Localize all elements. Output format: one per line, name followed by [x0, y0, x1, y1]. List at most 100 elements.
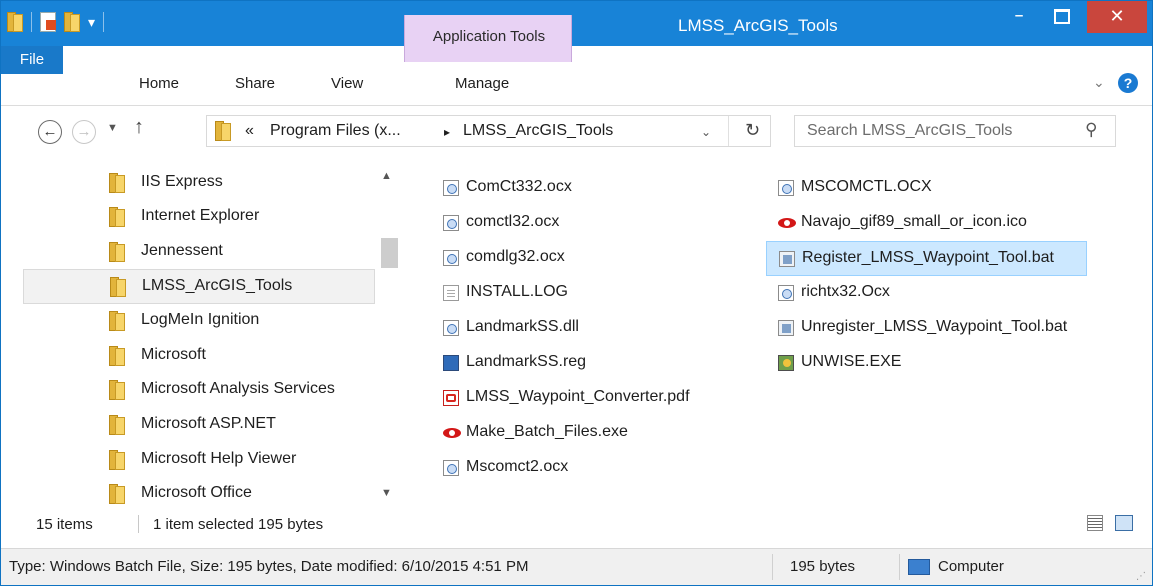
nav-item[interactable]: Microsoft Help Viewer — [23, 443, 375, 478]
folder-icon — [109, 242, 125, 262]
folder-icon — [110, 277, 126, 297]
file-item[interactable]: UNWISE.EXE — [766, 346, 1136, 381]
text-document-icon — [443, 285, 459, 301]
new-folder-icon[interactable] — [64, 12, 80, 32]
file-name: comdlg32.ocx — [466, 248, 565, 265]
nav-item[interactable]: IIS Express — [23, 166, 375, 201]
folder-icon — [109, 450, 125, 470]
file-item[interactable]: Make_Batch_Files.exe — [431, 416, 751, 451]
dll-file-icon — [443, 320, 459, 336]
file-item[interactable]: LandmarkSS.reg — [431, 346, 751, 381]
nav-item[interactable]: LogMeIn Ignition — [23, 304, 375, 339]
file-item[interactable]: MSCOMCTL.OCX — [766, 171, 1136, 206]
ribbon: File Home Share View Manage ⌄ ? — [1, 46, 1152, 106]
maximize-button[interactable] — [1041, 1, 1083, 33]
search-placeholder: Search LMSS_ArcGIS_Tools — [807, 122, 1013, 139]
file-item[interactable]: INSTALL.LOG — [431, 276, 751, 311]
address-dropdown-icon[interactable]: ⌄ — [701, 125, 711, 139]
folder-icon — [109, 380, 125, 400]
file-name: richtx32.Ocx — [801, 283, 890, 300]
folder-icon — [109, 173, 125, 193]
tab-home[interactable]: Home — [139, 75, 179, 92]
breadcrumb-current[interactable]: LMSS_ArcGIS_Tools — [463, 122, 613, 140]
address-bar[interactable]: « Program Files (x... ▸ LMSS_ArcGIS_Tool… — [206, 115, 771, 147]
up-arrow-icon[interactable]: ↑ — [134, 116, 144, 139]
back-button[interactable]: ← — [38, 120, 62, 144]
folder-icon — [215, 121, 231, 141]
tab-manage[interactable]: Manage — [455, 75, 509, 92]
scroll-down-arrow-icon[interactable]: ▼ — [381, 487, 392, 499]
minimize-button[interactable]: – — [999, 1, 1039, 33]
file-name: MSCOMCTL.OCX — [801, 178, 932, 195]
customize-qat-icon[interactable]: ▾ — [88, 14, 95, 31]
refresh-icon[interactable]: ↻ — [745, 120, 760, 141]
file-item[interactable]: Unregister_LMSS_Waypoint_Tool.bat — [766, 311, 1136, 346]
navigation-bar: ← → ▼ ↑ « Program Files (x... ▸ LMSS_Arc… — [1, 106, 1152, 156]
folder-icon — [109, 207, 125, 227]
search-icon[interactable]: ⚲ — [1085, 120, 1097, 140]
file-item[interactable]: LMSS_Waypoint_Converter.pdf — [431, 381, 751, 416]
nav-item-label: Microsoft Office — [141, 484, 252, 501]
breadcrumb-program-files[interactable]: Program Files (x... — [270, 122, 401, 140]
nav-item-selected[interactable]: LMSS_ArcGIS_Tools — [23, 269, 375, 304]
file-item[interactable]: comctl32.ocx — [431, 206, 751, 241]
nav-item[interactable]: Microsoft Analysis Services — [23, 373, 375, 408]
tab-view[interactable]: View — [331, 75, 363, 92]
file-list: ComCt332.ocx comctl32.ocx comdlg32.ocx I… — [431, 161, 1141, 506]
file-item[interactable]: comdlg32.ocx — [431, 241, 751, 276]
nav-item-label: LogMeIn Ignition — [141, 311, 260, 328]
details-view-icon[interactable] — [1087, 515, 1103, 531]
tab-share[interactable]: Share — [235, 75, 275, 92]
help-icon[interactable]: ? — [1118, 73, 1138, 93]
breadcrumb-separator-icon[interactable]: ▸ — [444, 125, 450, 139]
computer-icon — [908, 559, 930, 575]
status-location: Computer — [938, 558, 1004, 575]
file-name: comctl32.ocx — [466, 213, 560, 230]
file-item[interactable]: ComCt332.ocx — [431, 171, 751, 206]
large-icons-view-icon[interactable] — [1115, 515, 1133, 531]
context-tab-label: Application Tools — [432, 28, 546, 45]
explorer-window: ▾ LMSS_ArcGIS_Tools – ✕ File Home Share … — [0, 0, 1153, 586]
activex-file-icon — [778, 180, 794, 196]
navigation-pane: IIS Express Internet Explorer Jennessent… — [1, 161, 398, 506]
nav-item-label: Microsoft Help Viewer — [141, 450, 297, 467]
folder-icon — [109, 346, 125, 366]
search-box[interactable]: Search LMSS_ArcGIS_Tools ⚲ — [794, 115, 1116, 147]
file-item[interactable]: LandmarkSS.dll — [431, 311, 751, 346]
file-item-selected[interactable]: Register_LMSS_Waypoint_Tool.bat — [766, 241, 1087, 276]
file-name: UNWISE.EXE — [801, 353, 902, 370]
activex-file-icon — [443, 250, 459, 266]
tab-file[interactable]: File — [1, 46, 63, 74]
forward-button[interactable]: → — [72, 120, 96, 144]
activex-file-icon — [778, 285, 794, 301]
resize-grip-icon[interactable]: ⋰ — [1136, 571, 1146, 582]
status-size: 195 bytes — [790, 558, 856, 575]
breadcrumb-overflow[interactable]: « — [245, 122, 254, 140]
nav-item-label: Jennessent — [141, 242, 223, 259]
nav-item-label: Microsoft Analysis Services — [141, 380, 335, 397]
expand-ribbon-icon[interactable]: ⌄ — [1093, 74, 1105, 91]
file-name: LandmarkSS.reg — [466, 353, 587, 370]
context-tab-application-tools[interactable]: Application Tools — [404, 15, 572, 62]
close-button[interactable]: ✕ — [1087, 1, 1147, 33]
file-item[interactable]: Navajo_gif89_small_or_icon.ico — [766, 206, 1136, 241]
folder-icon — [109, 484, 125, 504]
nav-item-label: LMSS_ArcGIS_Tools — [142, 277, 293, 294]
scroll-up-arrow-icon[interactable]: ▲ — [381, 170, 392, 182]
nav-item[interactable]: Microsoft ASP.NET — [23, 408, 375, 443]
nav-item[interactable]: Internet Explorer — [23, 200, 375, 235]
scrollbar-thumb[interactable] — [381, 238, 398, 268]
recent-locations-icon[interactable]: ▼ — [107, 122, 118, 134]
file-item[interactable]: Mscomct2.ocx — [431, 451, 751, 486]
file-name: Register_LMSS_Waypoint_Tool.bat — [802, 249, 1054, 266]
file-name: Navajo_gif89_small_or_icon.ico — [801, 213, 1027, 230]
file-item[interactable]: richtx32.Ocx — [766, 276, 1136, 311]
properties-icon[interactable] — [40, 12, 56, 32]
eye-app-icon — [443, 425, 461, 441]
nav-item[interactable]: Jennessent — [23, 235, 375, 270]
selection-info: 1 item selected 195 bytes — [153, 516, 324, 533]
nav-item[interactable]: Microsoft Office — [23, 477, 375, 506]
activex-file-icon — [443, 460, 459, 476]
nav-item[interactable]: Microsoft — [23, 339, 375, 374]
nav-item-label: Microsoft — [141, 346, 206, 363]
